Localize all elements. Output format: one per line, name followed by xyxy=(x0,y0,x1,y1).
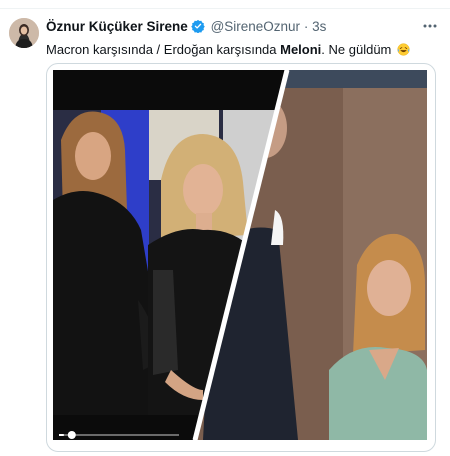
tweet-text-bold: Meloni xyxy=(280,42,322,57)
top-divider xyxy=(0,0,450,9)
more-options-icon[interactable] xyxy=(422,19,438,33)
author-handle[interactable]: @SireneOznur xyxy=(211,19,301,34)
video-still xyxy=(53,70,427,440)
tweet-text-part2: . Ne güldüm xyxy=(321,42,392,57)
separator-dot: · xyxy=(303,19,309,34)
verified-badge-icon xyxy=(191,19,205,36)
author-name[interactable]: Öznur Küçüker Sirene xyxy=(46,19,188,34)
avatar[interactable] xyxy=(9,18,39,48)
video-player[interactable] xyxy=(46,63,436,452)
video-frame[interactable] xyxy=(53,70,427,440)
tweet[interactable]: Öznur Küçüker Sirene @SireneOznur · 3s M… xyxy=(0,9,450,456)
tweet-text: Macron karşısında / Erdoğan karşısında M… xyxy=(46,42,440,58)
tweet-header: Öznur Küçüker Sirene @SireneOznur · 3s xyxy=(46,19,450,37)
laughing-with-tears-emoji-icon xyxy=(397,43,410,56)
timestamp[interactable]: 3s xyxy=(312,19,326,34)
tweet-text-part1: Macron karşısında / Erdoğan karşısında xyxy=(46,42,281,57)
